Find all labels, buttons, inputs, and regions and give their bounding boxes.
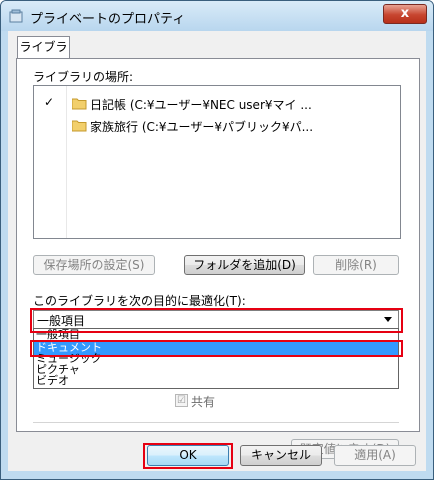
library-locations-list[interactable]: ✓ 日記帳 (C:¥ユーザー¥NEC user¥マイ ... 家族旅行 (C:¥… — [33, 85, 401, 239]
divider — [33, 422, 399, 423]
dialog-client: ライブラリ ライブラリの場所: ✓ 日記帳 (C:¥ユーザー¥NEC user¥… — [8, 31, 426, 471]
chevron-down-icon — [384, 317, 392, 322]
optimize-label: このライブラリを次の目的に最適化(T): — [33, 294, 246, 308]
location-path: 日記帳 (C:¥ユーザー¥NEC user¥マイ ... — [90, 98, 312, 112]
cancel-button[interactable]: キャンセル — [240, 445, 322, 466]
ok-button[interactable]: OK — [147, 445, 229, 466]
title-bar[interactable]: プライベートのプロパティ x — [1, 1, 433, 31]
location-path: 家族旅行 (C:¥ユーザー¥パブリック¥パ... — [90, 120, 314, 134]
close-icon: x — [400, 6, 410, 21]
add-folder-button[interactable]: フォルダを追加(D) — [184, 255, 305, 275]
library-icon — [9, 9, 23, 23]
default-save-check: ✓ — [44, 95, 55, 109]
apply-button[interactable]: 適用(A) — [334, 445, 416, 466]
tab-library[interactable]: ライブラリ — [17, 36, 70, 75]
optimize-selected-value: 一般項目 — [37, 314, 86, 328]
shared-checkbox[interactable]: ☑ — [175, 394, 188, 407]
tab-panel: ライブラリの場所: ✓ 日記帳 (C:¥ユーザー¥NEC user¥マイ ...… — [16, 58, 420, 459]
optimize-select[interactable]: 一般項目 — [33, 310, 399, 329]
optimize-dropdown-list[interactable]: 一般項目 ドキュメント ミュージック ピクチャ ビデオ — [33, 328, 399, 389]
set-save-location-button[interactable]: 保存場所の設定(S) — [33, 255, 155, 275]
list-item[interactable]: ✓ 日記帳 (C:¥ユーザー¥NEC user¥マイ ... — [34, 94, 314, 114]
window-title: プライベートのプロパティ — [30, 12, 186, 27]
folder-icon — [72, 120, 87, 132]
dropdown-option[interactable]: ビデオ — [34, 375, 398, 388]
close-button[interactable]: x — [383, 4, 427, 24]
library-locations-label: ライブラリの場所: — [33, 70, 134, 84]
properties-window: プライベートのプロパティ x ライブラリ ライブラリの場所: ✓ 日記帳 (C:… — [0, 0, 434, 480]
remove-button[interactable]: 削除(R) — [313, 255, 399, 275]
shared-label: 共有 — [191, 395, 216, 409]
list-item[interactable]: 家族旅行 (C:¥ユーザー¥パブリック¥パ... — [34, 116, 314, 136]
folder-icon — [72, 98, 87, 110]
